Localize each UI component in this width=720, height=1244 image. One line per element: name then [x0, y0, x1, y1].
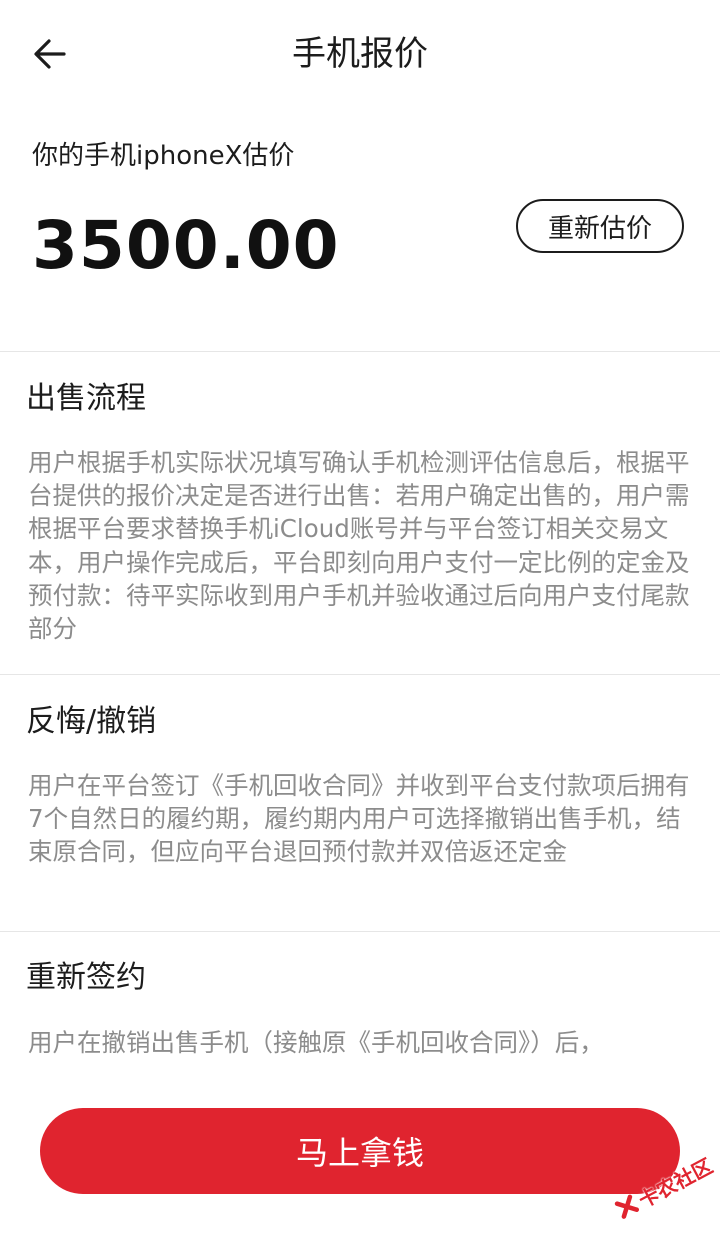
watermark-text: 卡农社区 [634, 1153, 717, 1213]
reestimate-button[interactable]: 重新估价 [516, 199, 684, 253]
section-body: 用户在平台签订《手机回收合同》并收到平台支付款项后拥有7个自然日的履约期，履约期… [28, 771, 690, 867]
section-title: 反悔/撤销 [26, 704, 157, 739]
quote-price: 3500.00 [32, 207, 340, 284]
header-bar: 手机报价 [0, 0, 720, 108]
section-title: 出售流程 [26, 381, 146, 416]
page-title: 手机报价 [292, 34, 428, 74]
section-sale-process: 出售流程 用户根据手机实际状况填写确认手机检测评估信息后，根据平台提供的报价决定… [0, 352, 720, 674]
footer-bar: 马上拿钱 [0, 1066, 720, 1235]
quote-card: 你的手机iphoneX估价 3500.00 重新估价 [0, 108, 720, 351]
section-resign: 重新签约 用户在撤销出售手机（接触原《手机回收合同》）后， [0, 932, 720, 1066]
section-body: 用户在撤销出售手机（接触原《手机回收合同》）后， [28, 1028, 604, 1057]
section-withdraw: 反悔/撤销 用户在平台签订《手机回收合同》并收到平台支付款项后拥有7个自然日的履… [0, 675, 720, 931]
quote-label: 你的手机iphoneX估价 [32, 141, 295, 171]
section-title: 重新签约 [26, 960, 146, 995]
section-body: 用户根据手机实际状况填写确认手机检测评估信息后，根据平台提供的报价决定是否进行出… [28, 448, 690, 644]
get-money-button[interactable]: 马上拿钱 [40, 1108, 680, 1194]
